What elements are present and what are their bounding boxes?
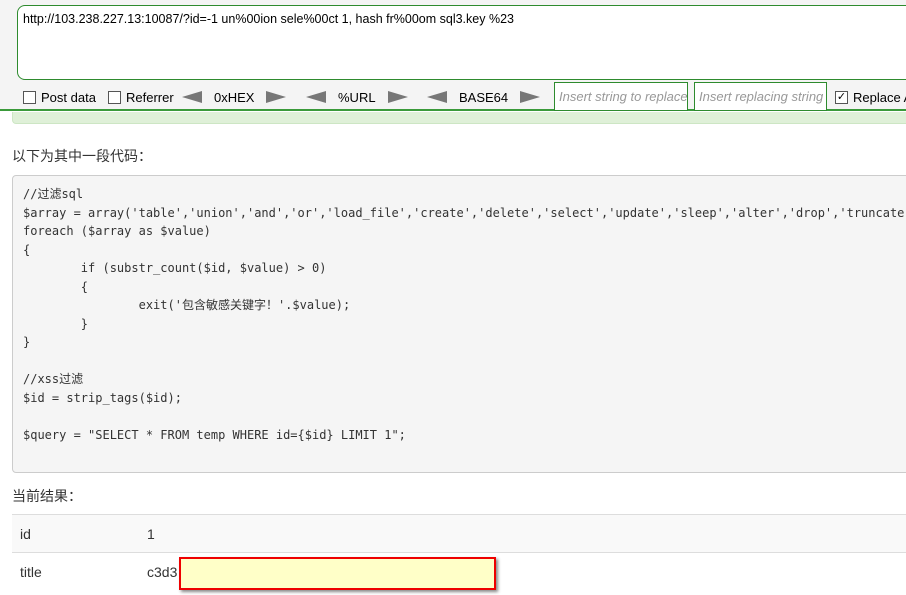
row-key: title — [12, 552, 139, 591]
result-heading: 当前结果： — [12, 488, 82, 504]
post-data-label: Post data — [41, 89, 96, 105]
referrer-label: Referrer — [126, 89, 174, 105]
url-label: %URL — [338, 89, 376, 105]
url-textarea[interactable]: http://103.238.227.13:10087/?id=-1 un%00… — [17, 5, 906, 80]
code-heading: 以下为其中一段代码： — [12, 148, 152, 164]
code-block: //过滤sql $array = array('table','union','… — [12, 175, 906, 473]
base64-button[interactable]: BASE64 — [427, 86, 541, 108]
hex-button[interactable]: 0xHEX — [182, 86, 287, 108]
row-value: 1 — [139, 514, 906, 553]
checkmark-icon: ✓ — [835, 90, 848, 104]
arrow-left-icon — [182, 91, 202, 103]
arrow-right-icon — [387, 91, 408, 103]
insert-string-input[interactable]: Insert string to replace — [554, 82, 688, 111]
arrow-right-icon — [520, 91, 541, 103]
table-row: id 1 — [12, 514, 906, 553]
arrow-right-icon — [266, 91, 287, 103]
replace-all-checkbox[interactable]: ✓ Replace All — [835, 86, 906, 108]
replace-all-label: Replace All — [853, 89, 906, 105]
status-strip — [12, 112, 906, 124]
hex-label: 0xHEX — [214, 89, 255, 105]
referrer-checkbox[interactable]: Referrer — [108, 86, 174, 108]
replacing-string-input[interactable]: Insert replacing string — [694, 82, 827, 111]
post-data-checkbox[interactable]: Post data — [23, 86, 96, 108]
row-key: id — [12, 514, 139, 553]
hackbar-panel: http://103.238.227.13:10087/?id=-1 un%00… — [0, 0, 906, 111]
url-encode-button[interactable]: %URL — [306, 86, 408, 108]
arrow-left-icon — [306, 91, 326, 103]
base64-label: BASE64 — [459, 89, 509, 105]
arrow-left-icon — [427, 91, 447, 103]
redaction-box — [179, 557, 496, 590]
